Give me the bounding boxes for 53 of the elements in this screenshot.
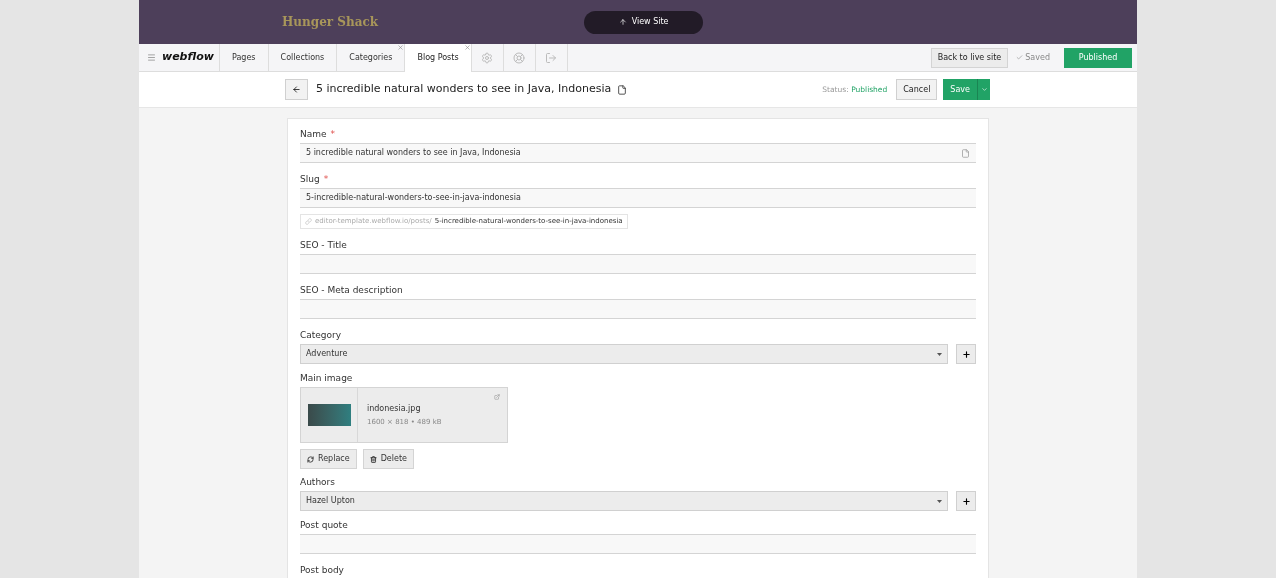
field-label: Slug (300, 172, 320, 186)
editor-tab[interactable]: Blog Posts (405, 44, 472, 72)
arrow-left-icon (292, 85, 301, 94)
editor-tab[interactable]: Collections (268, 44, 338, 71)
view-site-button[interactable]: View Site (584, 10, 704, 34)
close-icon[interactable] (397, 44, 405, 51)
menu-icon[interactable] (147, 53, 156, 62)
save-options-button[interactable] (978, 79, 990, 100)
card-icon[interactable] (961, 148, 970, 158)
plus-icon (961, 496, 971, 506)
saved-status: Saved (1016, 51, 1050, 64)
text-field[interactable] (300, 299, 976, 319)
field-label: Main image (300, 371, 353, 385)
field-label: Authors (300, 475, 335, 489)
arrow-up-icon (618, 18, 627, 26)
text-field[interactable]: 5 incredible natural wonders to see in Java, Indonesia (300, 143, 976, 163)
field-label: Category (300, 328, 342, 342)
replace-button[interactable]: Replace (300, 449, 357, 469)
text-field[interactable] (300, 254, 976, 274)
caret-icon (937, 499, 942, 503)
add-button[interactable] (956, 491, 976, 511)
link-icon (305, 218, 312, 225)
plus-icon (961, 349, 971, 359)
external-link-icon[interactable] (494, 394, 500, 400)
caret-icon (937, 352, 942, 356)
field-label: Post quote (300, 518, 348, 532)
editor-tab[interactable]: Pages (220, 44, 269, 71)
field-label: SEO - Meta description (300, 283, 403, 297)
trash-icon (369, 455, 377, 463)
add-button[interactable] (956, 344, 976, 364)
chevron-down-icon (980, 86, 988, 93)
select-field[interactable]: Adventure (300, 344, 948, 364)
field-label: Post body (300, 563, 344, 577)
refresh-icon (307, 455, 314, 463)
photo-placeholder (307, 404, 351, 426)
check-icon (1016, 54, 1024, 61)
item-title: 5 incredible natural wonders to see in Java, Indonesia (316, 81, 612, 98)
cancel-button[interactable]: Cancel (896, 79, 938, 100)
delete-button[interactable]: Delete (362, 449, 414, 469)
webflow-logo: webflow (162, 49, 214, 66)
document-icon (617, 84, 628, 95)
back-to-live-button[interactable]: Back to live site (930, 47, 1009, 68)
site-title: Hunger Shack (282, 14, 379, 31)
required-mark: * (323, 172, 329, 186)
required-mark: * (330, 127, 336, 141)
close-icon[interactable] (463, 44, 471, 51)
text-field[interactable]: 5-incredible-natural-wonders-to-see-in-java-indonesia (300, 188, 976, 208)
field-label: Name (300, 127, 327, 141)
field-label: SEO - Title (300, 238, 347, 252)
file-name: indonesia.jpg (367, 403, 422, 415)
select-field[interactable]: Hazel Upton (300, 491, 948, 511)
back-button[interactable] (285, 79, 308, 100)
text-field[interactable] (300, 534, 976, 554)
